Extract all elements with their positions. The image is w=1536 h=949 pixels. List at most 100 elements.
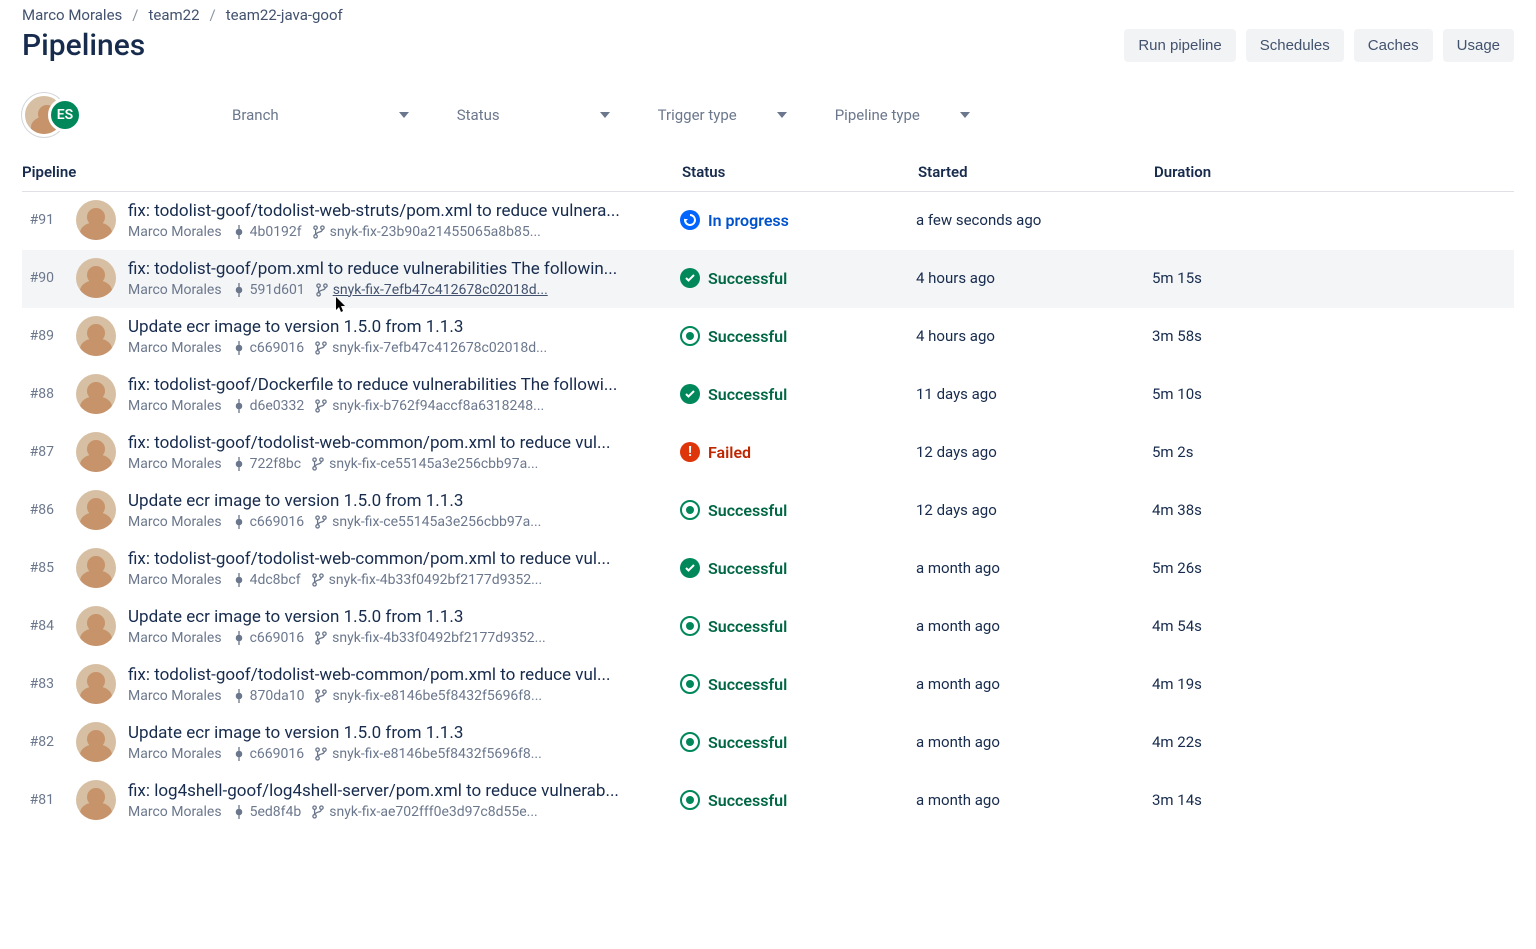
branch-name[interactable]: snyk-fix-7efb47c412678c02018d... (332, 340, 547, 356)
pipeline-title[interactable]: fix: todolist-goof/pom.xml to reduce vul… (128, 259, 680, 279)
usage-button[interactable]: Usage (1443, 29, 1514, 62)
table-row[interactable]: #83 fix: todolist-goof/todolist-web-comm… (22, 656, 1514, 714)
branch-name[interactable]: snyk-fix-7efb47c412678c02018d... (333, 282, 548, 298)
pipeline-title[interactable]: Update ecr image to version 1.5.0 from 1… (128, 607, 680, 627)
pipeline-avatar[interactable] (76, 722, 116, 762)
avatar (76, 664, 116, 704)
branch-name[interactable]: snyk-fix-4b33f0492bf2177d9352... (329, 572, 543, 588)
commit-icon (232, 747, 246, 761)
pipeline-title[interactable]: Update ecr image to version 1.5.0 from 1… (128, 317, 680, 337)
commit-icon (232, 341, 246, 355)
pipeline-avatar[interactable] (76, 432, 116, 472)
breadcrumb-project[interactable]: team22 (148, 6, 199, 24)
table-row[interactable]: #85 fix: todolist-goof/todolist-web-comm… (22, 540, 1514, 598)
run-pipeline-button[interactable]: Run pipeline (1124, 29, 1235, 62)
branch-name[interactable]: snyk-fix-ce55145a3e256cbb97a... (332, 514, 541, 530)
pipeline-type-filter[interactable]: Pipeline type (827, 100, 978, 130)
commit-hash[interactable]: c669016 (250, 340, 305, 356)
pipeline-title[interactable]: fix: todolist-goof/todolist-web-common/p… (128, 433, 680, 453)
pipeline-avatar[interactable] (76, 548, 116, 588)
pipeline-avatar[interactable] (76, 490, 116, 530)
pipeline-meta: Marco Morales 870da10 snyk-fix-e8146be5f… (128, 688, 680, 704)
table-row[interactable]: #90 fix: todolist-goof/pom.xml to reduce… (22, 250, 1514, 308)
status-label: Successful (708, 791, 787, 810)
pipeline-author: Marco Morales (128, 398, 222, 414)
pipeline-duration: 5m 10s (1152, 385, 1514, 403)
commit-hash[interactable]: c669016 (250, 630, 305, 646)
pipeline-started: a month ago (916, 617, 1152, 635)
pipeline-duration: 4m 54s (1152, 617, 1514, 635)
status-successful: Successful (680, 268, 916, 288)
table-row[interactable]: #88 fix: todolist-goof/Dockerfile to red… (22, 366, 1514, 424)
table-row[interactable]: #89 Update ecr image to version 1.5.0 fr… (22, 308, 1514, 366)
commit-hash[interactable]: 870da10 (250, 688, 305, 704)
pipeline-number: #91 (22, 212, 54, 228)
status-successful: Successful (680, 500, 916, 520)
pipeline-duration: 4m 22s (1152, 733, 1514, 751)
avatar (76, 258, 116, 298)
branch-name[interactable]: snyk-fix-b762f94accf8a6318248... (332, 398, 544, 414)
pipeline-title[interactable]: Update ecr image to version 1.5.0 from 1… (128, 491, 680, 511)
branch-name[interactable]: snyk-fix-ce55145a3e256cbb97a... (329, 456, 538, 472)
status-label: Successful (708, 501, 787, 520)
breadcrumb-sep-icon: / (132, 6, 138, 24)
branch-name[interactable]: snyk-fix-ae702fff0e3d97c8d55e... (329, 804, 537, 820)
table-row[interactable]: #84 Update ecr image to version 1.5.0 fr… (22, 598, 1514, 656)
caches-button[interactable]: Caches (1354, 29, 1433, 62)
header-actions: Run pipeline Schedules Caches Usage (1124, 29, 1514, 62)
branch-name[interactable]: snyk-fix-e8146be5f8432f5696f8... (332, 688, 542, 704)
pipeline-meta: Marco Morales 5ed8f4b snyk-fix-ae702fff0… (128, 804, 680, 820)
commit-hash[interactable]: 4dc8bcf (250, 572, 301, 588)
commit-hash[interactable]: 591d601 (250, 282, 305, 298)
trigger-type-filter[interactable]: Trigger type (650, 100, 795, 130)
pipeline-title[interactable]: fix: todolist-goof/todolist-web-common/p… (128, 665, 680, 685)
commit-hash[interactable]: d6e0332 (250, 398, 305, 414)
pipeline-author: Marco Morales (128, 572, 222, 588)
status-filter[interactable]: Status (449, 100, 618, 130)
pipeline-title[interactable]: fix: todolist-goof/todolist-web-struts/p… (128, 201, 680, 221)
pipeline-started: a month ago (916, 733, 1152, 751)
run-as-avatars[interactable]: ES (22, 93, 82, 137)
pipeline-number: #84 (22, 618, 54, 634)
breadcrumb-owner[interactable]: Marco Morales (22, 6, 122, 24)
pipeline-avatar[interactable] (76, 780, 116, 820)
pipeline-title[interactable]: fix: todolist-goof/Dockerfile to reduce … (128, 375, 680, 395)
table-row[interactable]: #82 Update ecr image to version 1.5.0 fr… (22, 714, 1514, 772)
pipeline-meta: Marco Morales c669016 snyk-fix-e8146be5f… (128, 746, 680, 762)
pipeline-meta: Marco Morales c669016 snyk-fix-4b33f0492… (128, 630, 680, 646)
commit-hash[interactable]: 4b0192f (250, 224, 302, 240)
commit-hash[interactable]: c669016 (250, 746, 305, 762)
branch-name[interactable]: snyk-fix-4b33f0492bf2177d9352... (332, 630, 546, 646)
schedules-button[interactable]: Schedules (1246, 29, 1344, 62)
pipeline-title[interactable]: Update ecr image to version 1.5.0 from 1… (128, 723, 680, 743)
commit-icon (232, 283, 246, 297)
commit-hash[interactable]: 5ed8f4b (250, 804, 302, 820)
success-ring-icon (680, 732, 700, 752)
pipeline-title[interactable]: fix: log4shell-goof/log4shell-server/pom… (128, 781, 680, 801)
pipeline-title[interactable]: fix: todolist-goof/todolist-web-common/p… (128, 549, 680, 569)
pipeline-avatar[interactable] (76, 258, 116, 298)
pipeline-avatar[interactable] (76, 316, 116, 356)
commit-hash[interactable]: 722f8bc (250, 456, 302, 472)
status-failed: !Failed (680, 442, 916, 462)
status-successful: Successful (680, 616, 916, 636)
breadcrumb-repo[interactable]: team22-java-goof (226, 6, 343, 24)
pipeline-avatar[interactable] (76, 606, 116, 646)
pipeline-avatar[interactable] (76, 664, 116, 704)
table-row[interactable]: #87 fix: todolist-goof/todolist-web-comm… (22, 424, 1514, 482)
branch-name[interactable]: snyk-fix-23b90a21455065a8b85... (330, 224, 541, 240)
pipeline-meta: Marco Morales c669016 snyk-fix-ce55145a3… (128, 514, 680, 530)
table-row[interactable]: #91 fix: todolist-goof/todolist-web-stru… (22, 192, 1514, 250)
branch-filter[interactable]: Branch (224, 100, 417, 130)
commit-hash[interactable]: c669016 (250, 514, 305, 530)
pipeline-duration: 3m 14s (1152, 791, 1514, 809)
column-status: Status (682, 163, 918, 181)
pipeline-avatar[interactable] (76, 200, 116, 240)
avatar (76, 780, 116, 820)
status-successful: Successful (680, 790, 916, 810)
table-row[interactable]: #81 fix: log4shell-goof/log4shell-server… (22, 772, 1514, 830)
pipeline-type-filter-label: Pipeline type (835, 106, 920, 124)
branch-name[interactable]: snyk-fix-e8146be5f8432f5696f8... (332, 746, 542, 762)
table-row[interactable]: #86 Update ecr image to version 1.5.0 fr… (22, 482, 1514, 540)
pipeline-avatar[interactable] (76, 374, 116, 414)
